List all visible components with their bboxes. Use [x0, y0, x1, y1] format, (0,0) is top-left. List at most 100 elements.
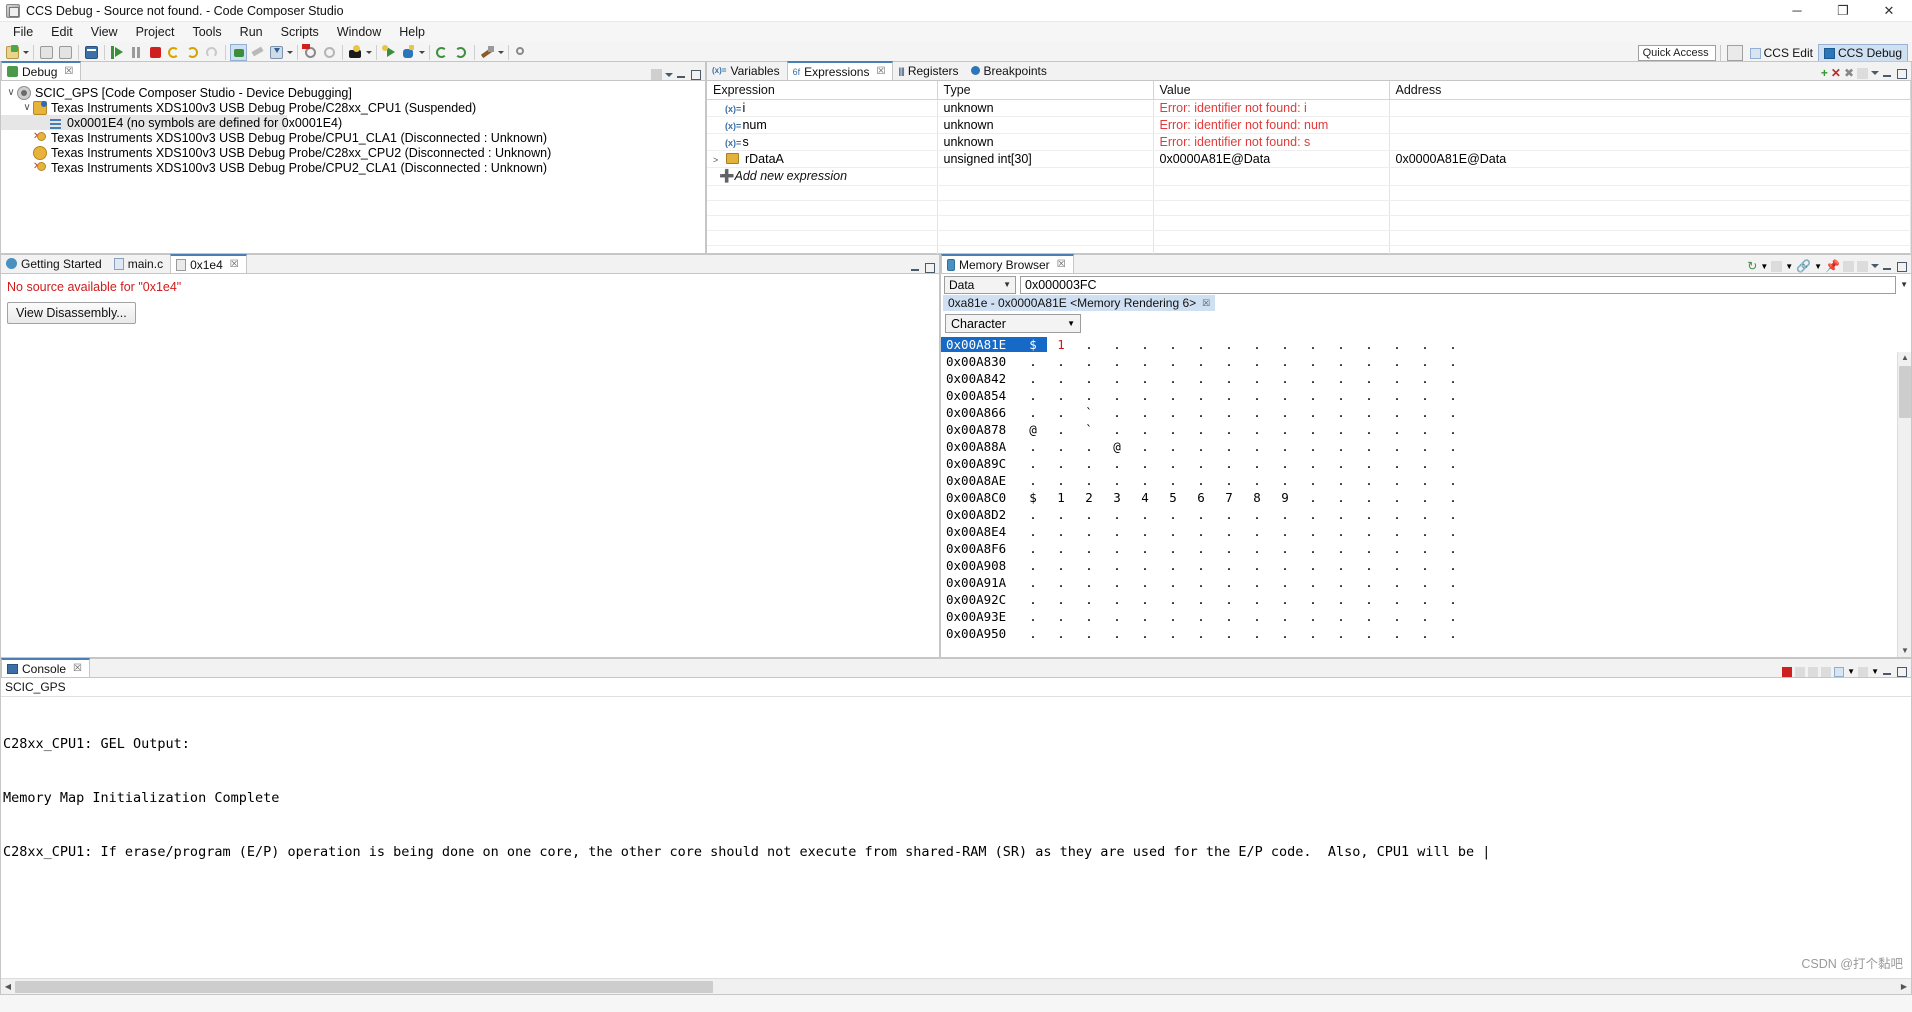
restart-icon[interactable] — [230, 44, 247, 61]
memory-cell[interactable]: . — [1383, 575, 1411, 590]
memory-cell[interactable]: . — [1215, 626, 1243, 641]
remove-all-terminated-icon[interactable] — [1808, 666, 1819, 677]
memory-cell[interactable]: . — [1243, 439, 1271, 454]
memory-cell[interactable]: . — [1355, 371, 1383, 386]
memory-cell[interactable]: . — [1299, 524, 1327, 539]
memory-cell[interactable]: . — [1215, 354, 1243, 369]
memory-cell[interactable]: . — [1243, 422, 1271, 437]
memory-cell[interactable]: . — [1327, 473, 1355, 488]
memory-cell[interactable]: . — [1383, 626, 1411, 641]
memory-cell[interactable]: . — [1271, 422, 1299, 437]
memory-cell[interactable]: . — [1327, 609, 1355, 624]
memory-cell[interactable]: . — [1327, 354, 1355, 369]
memory-cell[interactable]: . — [1215, 456, 1243, 471]
memory-cell[interactable]: . — [1243, 575, 1271, 590]
memory-cell[interactable]: . — [1271, 439, 1299, 454]
memory-cell[interactable]: . — [1299, 507, 1327, 522]
memory-row[interactable]: 0x00A8F6................ — [941, 540, 1911, 557]
memory-cell[interactable]: . — [1075, 354, 1103, 369]
memory-cell[interactable]: . — [1187, 592, 1215, 607]
memory-cell[interactable]: . — [1159, 439, 1187, 454]
profile-icon[interactable] — [347, 44, 364, 61]
memory-cell[interactable]: . — [1131, 592, 1159, 607]
minimize-button[interactable]: ─ — [1774, 0, 1820, 22]
menu-item-view[interactable]: View — [82, 24, 127, 40]
memory-cell[interactable]: . — [1411, 388, 1439, 403]
memory-cell[interactable]: . — [1215, 609, 1243, 624]
memory-cell[interactable]: . — [1131, 354, 1159, 369]
memory-cell[interactable]: . — [1187, 507, 1215, 522]
memory-cell[interactable]: . — [1271, 456, 1299, 471]
memory-cell[interactable]: . — [1271, 524, 1299, 539]
memory-cell[interactable]: . — [1103, 626, 1131, 641]
memory-cell[interactable]: . — [1327, 558, 1355, 573]
memory-cell[interactable]: . — [1299, 592, 1327, 607]
memory-cell[interactable]: . — [1159, 507, 1187, 522]
memory-cell[interactable]: . — [1383, 337, 1411, 352]
memory-cell[interactable]: . — [1019, 609, 1047, 624]
memory-cell[interactable]: . — [1299, 388, 1327, 403]
memory-row[interactable]: 0x00A854................ — [941, 387, 1911, 404]
memory-cell[interactable]: . — [1439, 524, 1467, 539]
memory-cell[interactable]: . — [1355, 473, 1383, 488]
column-expression[interactable]: Expression — [707, 81, 938, 100]
memory-cell[interactable]: . — [1047, 507, 1075, 522]
memory-cell[interactable]: . — [1019, 507, 1047, 522]
refresh-dropdown-icon[interactable]: ▼ — [1760, 262, 1768, 271]
memory-cell[interactable]: . — [1383, 592, 1411, 607]
tab-getting-started[interactable]: Getting Started — [1, 254, 109, 273]
memory-cell[interactable]: . — [1187, 388, 1215, 403]
memory-cell[interactable]: . — [1131, 388, 1159, 403]
memory-cell[interactable]: . — [1047, 473, 1075, 488]
memory-cell[interactable]: . — [1383, 388, 1411, 403]
memory-cell[interactable]: . — [1383, 524, 1411, 539]
view-menu-icon[interactable] — [1871, 71, 1879, 75]
memory-cell[interactable]: . — [1411, 456, 1439, 471]
memory-row[interactable]: 0x00A93E................ — [941, 608, 1911, 625]
memory-row[interactable]: 0x00A89C................ — [941, 455, 1911, 472]
memory-cell[interactable]: . — [1187, 626, 1215, 641]
table-row[interactable]: > rDataA unsigned int[30] 0x0000A81E@Dat… — [707, 150, 1911, 168]
memory-cell[interactable]: $ — [1019, 337, 1047, 352]
tab-disassembly-close-icon[interactable]: ☒ — [230, 259, 239, 270]
memory-cell[interactable]: . — [1131, 371, 1159, 386]
memory-cell[interactable]: . — [1243, 337, 1271, 352]
memory-cell[interactable]: . — [1019, 592, 1047, 607]
memory-cell[interactable]: . — [1355, 626, 1383, 641]
maximize-view-icon[interactable] — [1896, 261, 1907, 272]
tab-debug-close-icon[interactable]: ☒ — [64, 66, 73, 77]
memory-cell[interactable]: . — [1131, 626, 1159, 641]
memory-cell[interactable]: . — [1019, 371, 1047, 386]
view-menu-icon[interactable] — [1871, 264, 1879, 268]
memory-cell[interactable]: . — [1271, 592, 1299, 607]
memory-row[interactable]: 0x00A8C0 $1 2 3 4 5 6 7 8 9...... — [941, 489, 1911, 506]
memory-cell[interactable]: . — [1439, 439, 1467, 454]
memory-cell[interactable]: . — [1411, 405, 1439, 420]
maximize-view-icon[interactable] — [1896, 68, 1907, 79]
memory-cell[interactable]: . — [1103, 405, 1131, 420]
memory-cell[interactable]: . — [1187, 337, 1215, 352]
memory-cell[interactable]: . — [1355, 575, 1383, 590]
search-icon[interactable] — [513, 44, 530, 61]
memory-cell[interactable]: . — [1187, 541, 1215, 556]
memory-cell[interactable]: . — [1439, 337, 1467, 352]
expand-twisty-icon[interactable]: ∨ — [21, 102, 33, 113]
debug-tree-row-selected[interactable]: 0x0001E4 (no symbols are defined for 0x0… — [1, 115, 342, 130]
memory-cell[interactable]: . — [1355, 439, 1383, 454]
memory-cell[interactable]: . — [1019, 473, 1047, 488]
memory-cell[interactable]: . — [1075, 592, 1103, 607]
memory-cell[interactable]: . — [1243, 558, 1271, 573]
display-selected-console-icon[interactable] — [1858, 666, 1869, 677]
link-rendering-icon[interactable]: 🔗 — [1796, 259, 1811, 273]
memory-cell[interactable]: . — [1243, 507, 1271, 522]
memory-cell[interactable]: . — [1411, 439, 1439, 454]
memory-cell[interactable]: . — [1131, 439, 1159, 454]
memory-cell[interactable]: . — [1075, 456, 1103, 471]
memory-cell[interactable]: . — [1299, 422, 1327, 437]
memory-cell[interactable]: . — [1299, 439, 1327, 454]
memory-cell[interactable]: $ — [1019, 490, 1047, 505]
maximize-view-icon[interactable] — [690, 69, 701, 80]
memory-cell[interactable]: . — [1439, 626, 1467, 641]
memory-cell[interactable]: . — [1159, 592, 1187, 607]
console-output[interactable]: C28xx_CPU1: GEL Output: Memory Map Initi… — [1, 697, 1911, 897]
